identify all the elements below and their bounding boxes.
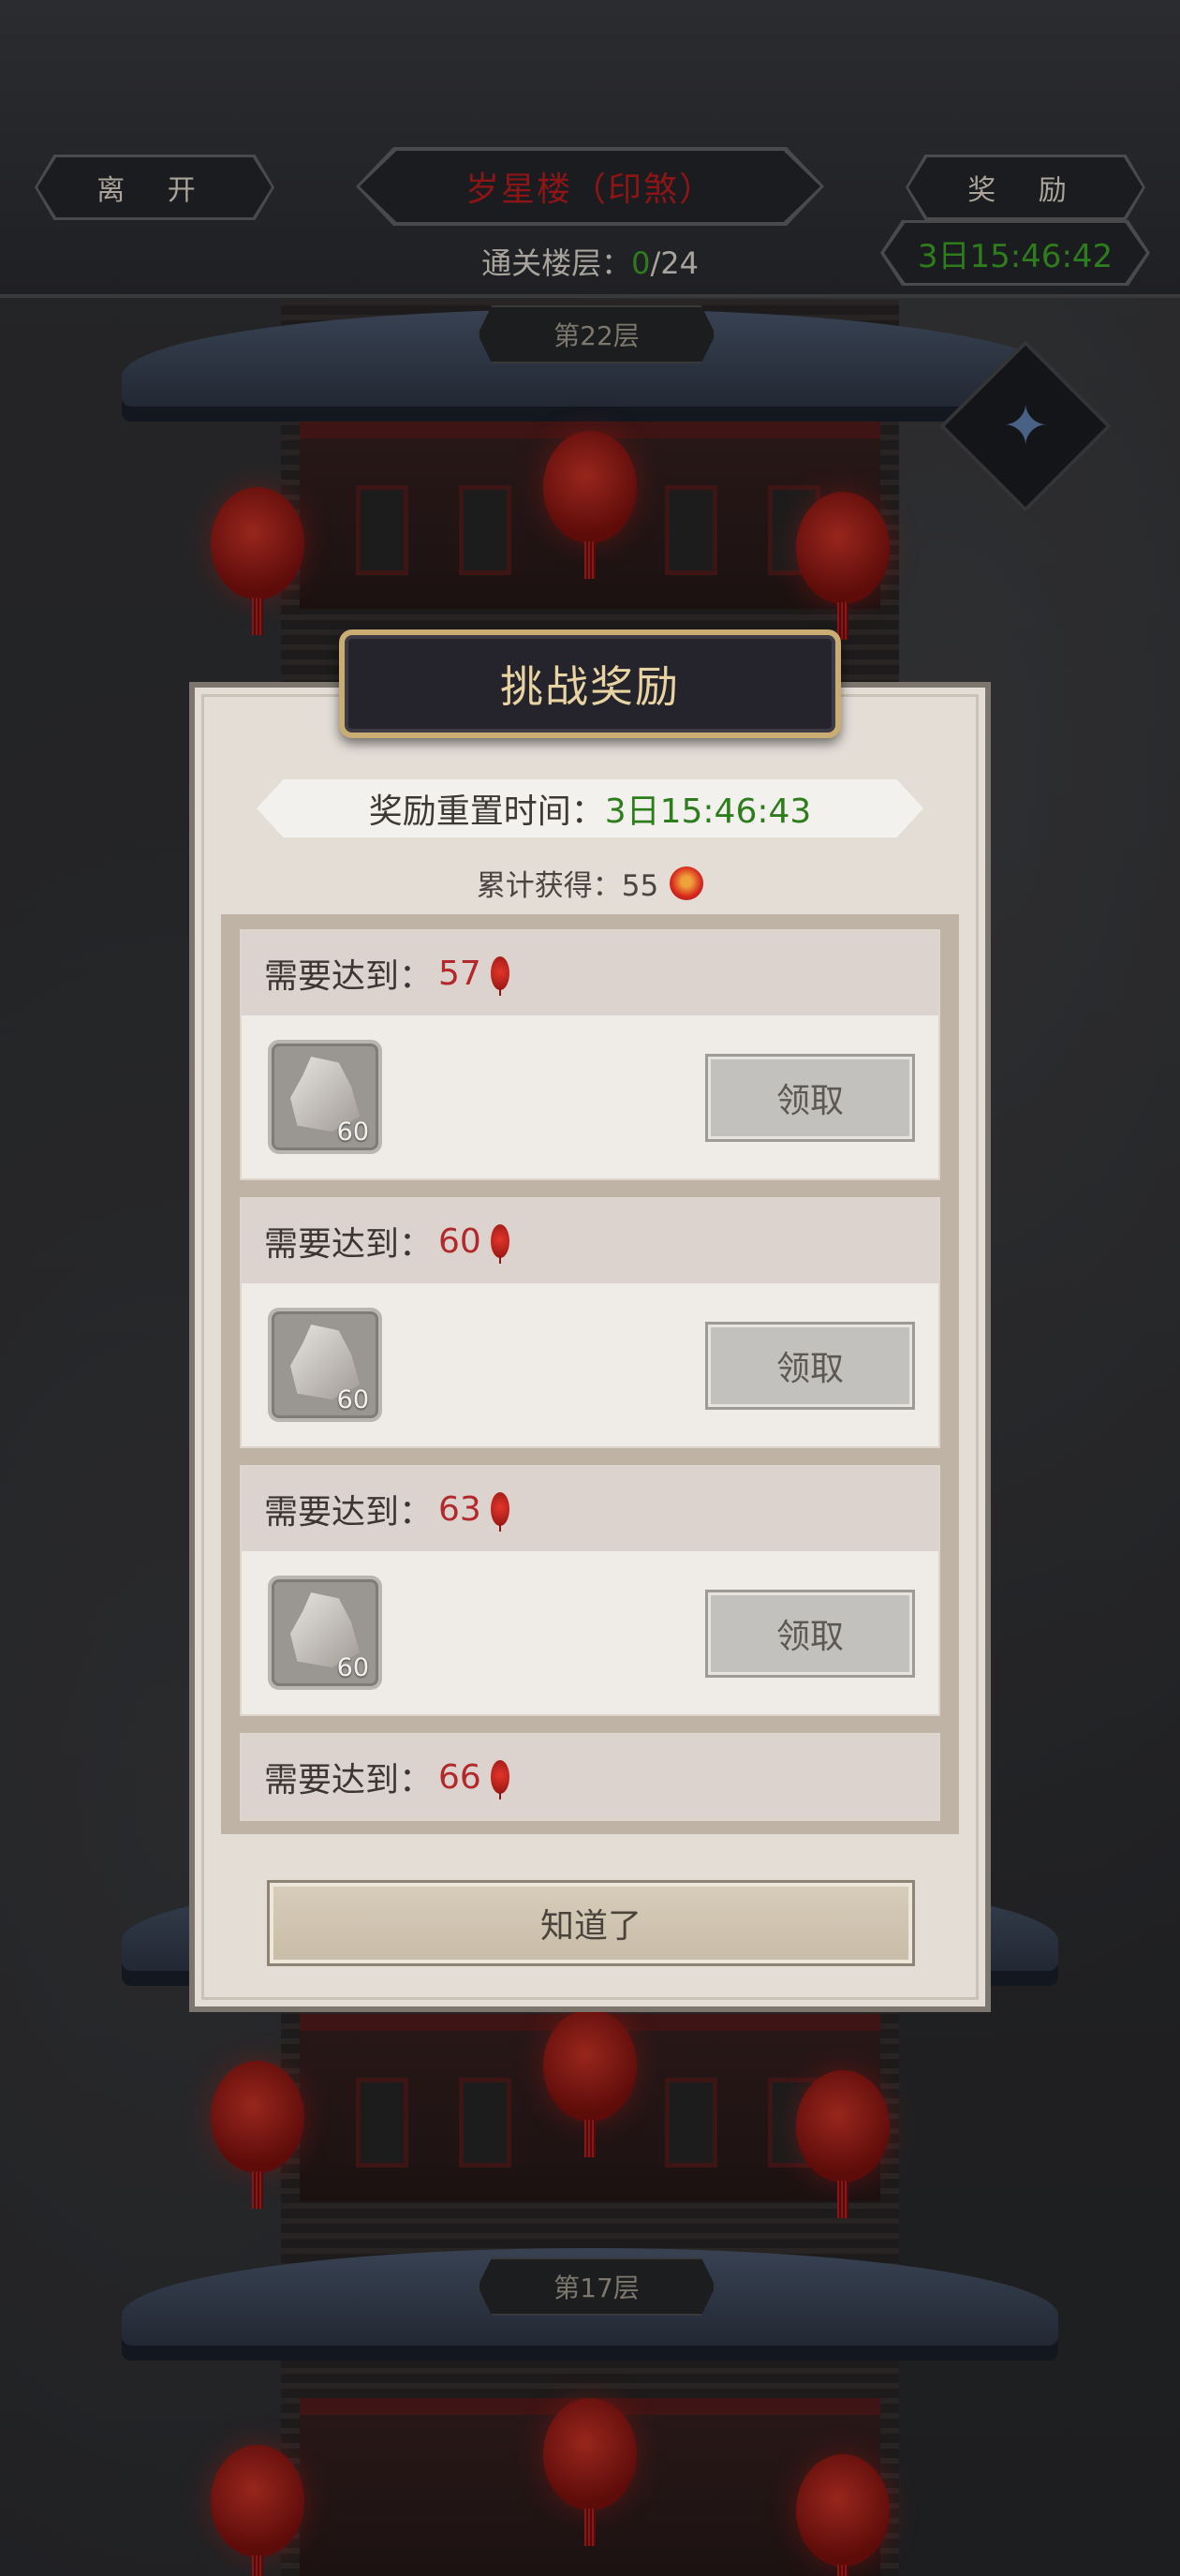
cleared-floors: 通关楼层：0/24 [0,240,1180,283]
dialog-title-plate: 挑战奖励 [339,629,841,738]
reward-row: 需要达到： 63 60 领取 [240,1465,940,1716]
reward-reset-banner: 奖励重置时间： 3日15:46:43 [257,779,923,837]
top-bar: 离 开 岁星楼（印煞） 奖 励 3日15:46:42 通关楼层：0/24 [0,0,1180,298]
claim-button[interactable]: 领取 [705,1054,915,1142]
requirement-value: 57 [438,954,481,993]
reward-row: 需要达到： 66 [240,1733,940,1821]
claim-button[interactable]: 领取 [705,1322,915,1410]
requirement-label: 需要达到： [264,957,434,996]
ok-button[interactable]: 知道了 [267,1880,915,1966]
requirement-label: 需要达到： [264,1225,434,1264]
reward-row: 需要达到： 60 60 领取 [240,1197,940,1448]
reset-time: 3日15:46:43 [604,792,812,831]
reward-requirement: 需要达到： 66 [242,1735,938,1819]
dialog-title: 挑战奖励 [500,661,680,712]
lantern-icon [490,1760,509,1799]
reward-requirement: 需要达到： 63 [242,1467,938,1551]
reward-item-slot[interactable]: 60 [268,1576,382,1690]
title-plate: 岁星楼（印煞） [360,151,820,222]
cleared-floors-label: 通关楼层： [481,245,632,281]
reset-label: 奖励重置时间： [368,792,605,831]
cleared-floors-total: /24 [650,245,699,281]
lantern-icon [490,956,509,996]
lantern-icon [490,1492,509,1532]
tower-title: 岁星楼（印煞） [465,170,715,209]
requirement-label: 需要达到： [264,1761,434,1799]
total-earned-label: 累计获得：55 [476,869,659,903]
lantern-icon [670,866,704,900]
item-count: 60 [336,1385,369,1414]
reward-list[interactable]: 需要达到： 57 60 领取 需要达到： 60 60 领取 需要达到： 63 6… [221,914,959,1834]
leave-button[interactable]: 离 开 [37,157,272,217]
cleared-floors-current: 0 [631,245,651,281]
total-earned: 累计获得：55 [0,862,1180,904]
requirement-value: 63 [438,1489,481,1529]
reward-item-slot[interactable]: 60 [268,1308,382,1422]
reward-item-slot[interactable]: 60 [268,1040,382,1154]
item-count: 60 [336,1118,369,1147]
reward-requirement: 需要达到： 60 [242,1199,938,1283]
requirement-value: 66 [438,1757,481,1797]
reward-requirement: 需要达到： 57 [242,931,938,1015]
item-count: 60 [336,1653,369,1682]
reward-row: 需要达到： 57 60 领取 [240,929,940,1180]
lantern-icon [490,1224,509,1264]
requirement-value: 60 [438,1221,481,1261]
rewards-button[interactable]: 奖 励 [908,157,1143,217]
claim-button[interactable]: 领取 [705,1590,915,1678]
requirement-label: 需要达到： [264,1493,434,1532]
